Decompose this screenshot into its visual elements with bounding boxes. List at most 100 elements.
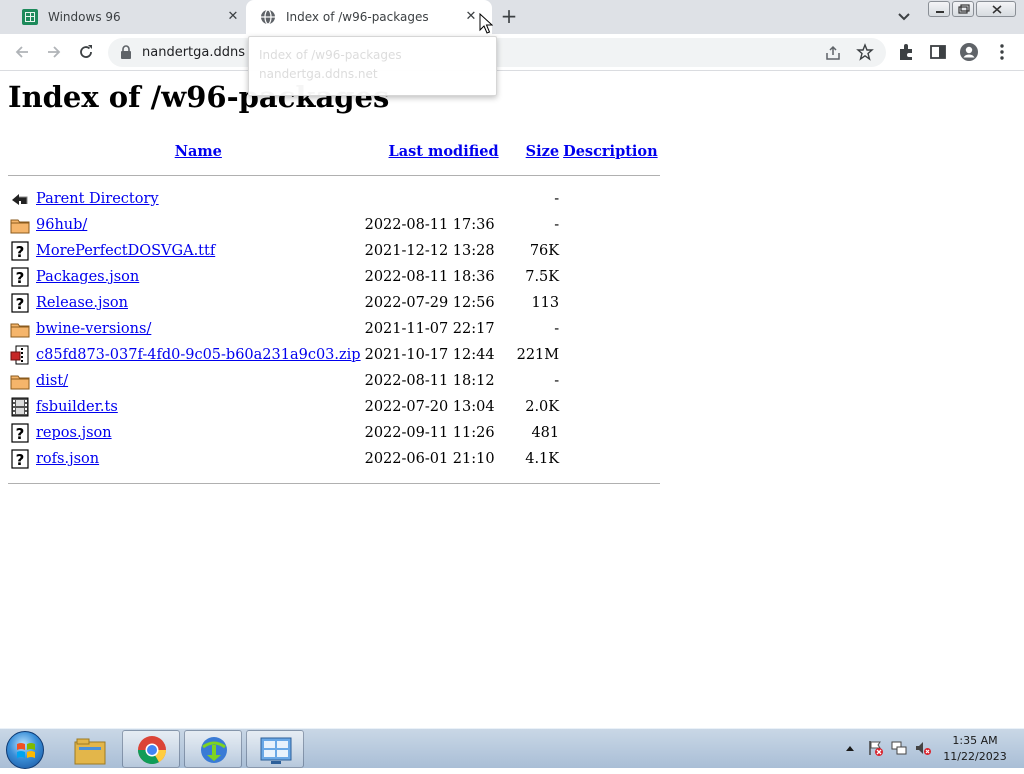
show-hidden-icons-icon[interactable] — [844, 743, 856, 753]
size-cell: 221M — [516, 347, 560, 363]
size-cell: - — [554, 217, 560, 233]
description-cell — [561, 186, 660, 212]
action-center-flag-icon[interactable] — [866, 739, 884, 757]
tab-index-w96-packages[interactable]: Index of /w96-packages ✕ — [246, 0, 492, 34]
modified-cell: 2022-07-20 13:04 — [364, 399, 495, 415]
window-controls — [928, 1, 1018, 17]
name-cell: fsbuilder.ts — [34, 394, 363, 420]
forward-icon[interactable] — [44, 42, 64, 62]
address-bar[interactable]: nandertga.ddns — [108, 38, 886, 67]
windows-logo-icon — [17, 743, 35, 758]
unknown-file-icon: ? — [10, 293, 32, 313]
description-cell — [561, 264, 660, 290]
modified-cell: 2022-08-11 18:36 — [364, 269, 495, 285]
table-row: 96hub/2022-08-11 17:36 - — [8, 212, 660, 238]
tab-title: Windows 96 — [48, 10, 121, 24]
name-cell: Packages.json — [34, 264, 363, 290]
name-column-header: Name — [34, 138, 363, 164]
system-clock[interactable]: 1:35 AM 11/22/2023 — [938, 733, 1012, 765]
back-arrow-icon — [10, 189, 32, 209]
more-menu-icon[interactable] — [992, 42, 1012, 62]
file-link[interactable]: repos.json — [36, 425, 112, 441]
unknown-file-icon: ? — [10, 267, 32, 287]
description-cell — [561, 342, 660, 368]
file-link[interactable]: Parent Directory — [36, 191, 159, 207]
lock-icon[interactable] — [120, 45, 132, 60]
profile-avatar-icon[interactable] — [959, 42, 979, 62]
restore-icon — [958, 4, 970, 14]
name-cell: 96hub/ — [34, 212, 363, 238]
modified-cell: 2022-06-01 21:10 — [364, 451, 495, 467]
description-cell — [561, 446, 660, 472]
size-cell: - — [554, 191, 560, 207]
file-link[interactable]: c85fd873-037f-4fd0-9c05-b60a231a9c03.zip — [36, 347, 361, 363]
sort-by-description-link[interactable]: Description — [563, 143, 658, 160]
file-link[interactable]: 96hub/ — [36, 217, 87, 233]
tab-hover-card: Index of /w96-packages nandertga.ddns.ne… — [248, 36, 497, 96]
mouse-cursor-icon — [479, 13, 493, 34]
close-icon — [992, 5, 1002, 14]
bookmark-star-icon[interactable] — [856, 43, 874, 61]
film-file-icon — [10, 397, 32, 417]
hover-card-domain: nandertga.ddns.net — [259, 67, 378, 81]
icon-cell: ? — [8, 264, 34, 290]
file-link[interactable]: fsbuilder.ts — [36, 399, 118, 415]
file-link[interactable]: Packages.json — [36, 269, 139, 285]
extensions-icon[interactable] — [896, 42, 916, 62]
control-panel-taskbar-button[interactable] — [246, 730, 304, 768]
table-row: ? Release.json 2022-07-29 12:56 113 — [8, 290, 660, 316]
taskbar: 1:35 AM 11/22/2023 — [0, 728, 1024, 769]
file-link[interactable]: bwine-versions/ — [36, 321, 151, 337]
sort-by-size-link[interactable]: Size — [526, 143, 559, 160]
size-cell: 113 — [531, 295, 560, 311]
icon-cell — [8, 212, 34, 238]
file-link[interactable]: rofs.json — [36, 451, 99, 467]
chrome-taskbar-button[interactable] — [122, 730, 180, 768]
maximize-button[interactable] — [952, 1, 974, 17]
name-cell: MorePerfectDOSVGA.ttf — [34, 238, 363, 264]
description-cell — [561, 316, 660, 342]
share-icon[interactable] — [824, 44, 842, 62]
close-window-button[interactable] — [976, 1, 1016, 17]
page-content: Index of /w96-packages Name Last modifie… — [0, 72, 1024, 728]
file-link[interactable]: dist/ — [36, 373, 68, 389]
start-button[interactable] — [6, 731, 44, 769]
close-icon[interactable]: ✕ — [226, 10, 240, 24]
chevron-down-icon[interactable] — [894, 8, 914, 26]
close-icon[interactable]: ✕ — [464, 10, 478, 24]
icon-cell: ? — [8, 446, 34, 472]
size-cell: 481 — [531, 425, 560, 441]
file-explorer-taskbar-button[interactable] — [60, 730, 118, 768]
modified-cell — [363, 186, 515, 212]
tab-title: Index of /w96-packages — [286, 10, 429, 24]
new-tab-button[interactable]: + — [498, 6, 520, 28]
sort-by-name-link[interactable]: Name — [175, 143, 222, 160]
sort-by-modified-link[interactable]: Last modified — [389, 143, 499, 160]
tab-windows96[interactable]: Windows 96 ✕ — [8, 0, 248, 34]
icon-cell — [8, 394, 34, 420]
modified-cell: 2021-11-07 22:17 — [364, 321, 495, 337]
header-row: Name Last modified Size Description — [8, 138, 660, 164]
download-manager-taskbar-button[interactable] — [184, 730, 242, 768]
icon-cell: ? — [8, 238, 34, 264]
globe-icon — [261, 9, 275, 25]
minimize-button[interactable] — [928, 1, 950, 17]
description-cell — [561, 368, 660, 394]
name-cell: bwine-versions/ — [34, 316, 363, 342]
size-cell: - — [554, 321, 560, 337]
unknown-file-icon: ? — [10, 241, 32, 261]
volume-muted-icon[interactable] — [914, 739, 932, 757]
reload-icon[interactable] — [76, 42, 96, 62]
file-link[interactable]: Release.json — [36, 295, 128, 311]
network-icon[interactable] — [890, 739, 908, 757]
description-cell — [561, 238, 660, 264]
side-panel-icon[interactable] — [928, 42, 948, 62]
icon-cell: ? — [8, 290, 34, 316]
back-icon[interactable] — [12, 42, 32, 62]
svg-text:?: ? — [16, 295, 25, 313]
name-cell: Release.json — [34, 290, 363, 316]
directory-listing: Name Last modified Size Description Pare… — [8, 138, 660, 494]
size-cell: 76K — [529, 243, 560, 259]
file-link[interactable]: MorePerfectDOSVGA.ttf — [36, 243, 215, 259]
icon-column-header — [8, 138, 34, 164]
